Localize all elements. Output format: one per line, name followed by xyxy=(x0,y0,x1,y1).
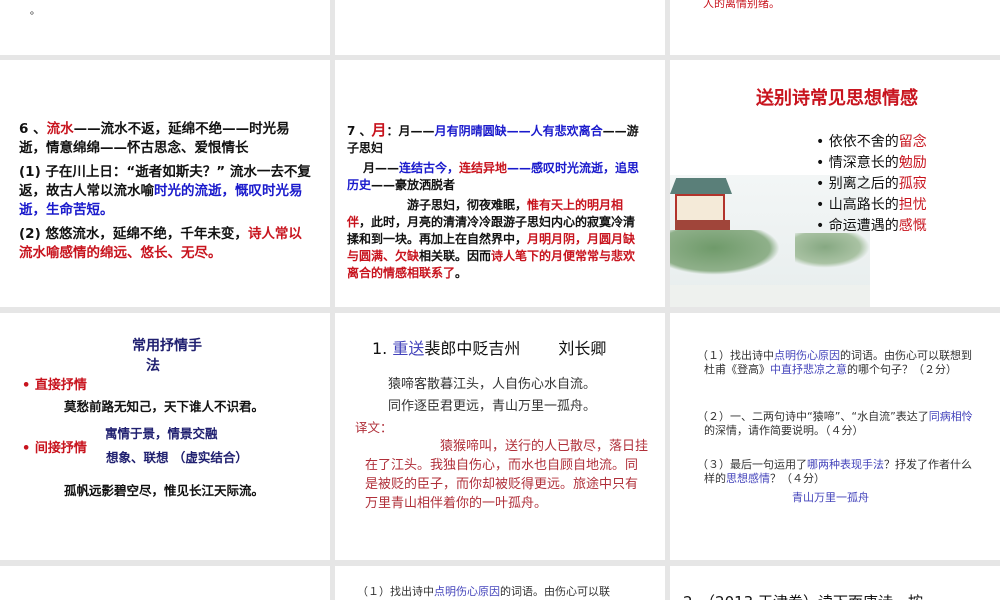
label: 间接抒情 xyxy=(34,441,87,456)
slide-6-body: 6 、流水——流水不返，延绵不绝——时光易逝，情意绵绵——怀古思念、爱恨情长 (… xyxy=(19,120,314,263)
label: 直接抒情 xyxy=(34,378,87,393)
text: 游子思妇，彻夜难眠， xyxy=(407,198,528,212)
text: (2) 悠悠流水，延绵不绝，千年未变， xyxy=(19,226,248,242)
list-item: • 命运遭遇的感慨 xyxy=(816,218,927,234)
text: ？（４分） xyxy=(770,472,825,485)
title-line-1: 常用抒情手 xyxy=(132,338,202,354)
text: 的深情，请作简要说明。（４分） xyxy=(704,424,864,437)
title: 裴郎中贬吉州 xyxy=(424,339,521,358)
verse-2: 同作逐臣君更远，青山万里一孤舟。 xyxy=(388,399,597,414)
question-heading-partial: 2．（2013·天津卷）读下面唐诗，按 xyxy=(683,591,923,600)
question-2: （２）一、二两句诗中“猿啼”、“水自流”表达了同病相怜的深情，请作简要说明。（４… xyxy=(697,410,979,438)
slide-partial-top-middle[interactable] xyxy=(335,0,665,55)
railing xyxy=(675,220,730,230)
highlight: 孤寂 xyxy=(898,176,927,192)
highlight: 留念 xyxy=(898,134,927,150)
line-3: 游子思妇，彻夜难眠，惟有天上的明月相伴，此时，月亮的清清冷冷跟游子思妇内心的寂寞… xyxy=(347,197,647,282)
tree xyxy=(670,230,780,275)
slide-partial-top-left[interactable]: 。 xyxy=(0,0,330,55)
num: 7 、 xyxy=(347,124,372,138)
highlight: 中直抒悲凉之意 xyxy=(770,363,847,376)
slide-7-body: 7 、月：月——月有阴晴圆缺——人有悲欢离合——游子思妇 月——连结古今，连结异… xyxy=(347,122,647,282)
slide-partial-bottom-left[interactable] xyxy=(0,566,330,600)
text: 情深意长的 xyxy=(828,155,899,171)
text: 命运遭遇的 xyxy=(828,218,899,234)
list-item: • 情深意长的勉励 xyxy=(816,155,927,171)
indirect-example: 孤帆远影碧空尽，惟见长江天际流。 xyxy=(64,483,265,498)
text: 山高路长的 xyxy=(828,197,899,213)
indirect-lyric: • 间接抒情 xyxy=(22,441,87,456)
para-2: (2) 悠悠流水，延绵不绝，千年未变，诗人常以流水喻感情的绵远、悠长、无尽。 xyxy=(19,225,314,263)
tree xyxy=(795,233,870,268)
slide-questions[interactable]: （１）找出诗中点明伤心原因的词语。由伤心可以联想到杜甫《登高》中直抒悲凉之意的哪… xyxy=(670,313,1000,560)
direct-lyric: • 直接抒情 xyxy=(22,378,87,393)
water xyxy=(670,285,870,307)
answer-hint: 青山万里一孤舟 xyxy=(792,491,869,504)
translation-label: 译文： xyxy=(355,420,393,435)
highlight: 感慨 xyxy=(898,218,927,234)
text: 的哪个句子？（２分） xyxy=(847,363,957,376)
indirect-method-b: 想象、联想 （虚实结合） xyxy=(106,450,248,465)
slide-farewell-emotions[interactable]: 送别诗常见思想情感 • 依依不舍的留念 • 情深意长的勉励 • 别离之后的孤寂 … xyxy=(670,60,1000,307)
text: （１）找出诗中 xyxy=(357,585,434,598)
line-1: 7 、月：月——月有阴晴圆缺——人有悲欢离合——游子思妇 xyxy=(347,122,647,157)
slide-7-moon[interactable]: 7 、月：月——月有阴晴圆缺——人有悲欢离合——游子思妇 月——连结古今，连结异… xyxy=(335,60,665,307)
title-line-2: 法 xyxy=(146,358,160,374)
text: （２）一、二两句诗中“猿啼”、“水自流”表达了 xyxy=(697,410,929,423)
highlight: 连结异地 xyxy=(459,161,508,175)
line-2: 月——连结古今，连结异地——感叹时光流逝，追思历史——豪放洒脱者 xyxy=(347,160,647,194)
author: 刘长卿 xyxy=(558,339,607,358)
text: 依依不舍的 xyxy=(828,134,899,150)
emotion-list: • 依依不舍的留念 • 情深意长的勉励 • 别离之后的孤寂 • 山高路长的担忧 … xyxy=(816,132,927,237)
question-1-partial: （１）找出诗中点明伤心原因的词语。由伤心可以联 xyxy=(357,585,610,598)
highlight: 担忧 xyxy=(898,197,927,213)
text: 。 xyxy=(455,266,468,280)
question-1: （１）找出诗中点明伤心原因的词语。由伤心可以联想到杜甫《登高》中直抒悲凉之意的哪… xyxy=(697,349,979,377)
highlight: 点明伤心原因 xyxy=(774,349,840,362)
text: 相关联。因而 xyxy=(419,249,492,263)
text: 人的离情别绪。 xyxy=(703,0,780,10)
slide-partial-bottom-middle[interactable]: （１）找出诗中点明伤心原因的词语。由伤心可以联 xyxy=(335,566,665,600)
text: 的词语。由伤心可以联 xyxy=(500,585,610,598)
highlight: 连结古今， xyxy=(399,161,460,175)
question-3: （３）最后一句运用了哪两种表现手法？抒发了作者什么样的思想感情？（４分） xyxy=(697,458,979,486)
highlight: 点明伤心原因 xyxy=(434,585,500,598)
heading-line: 6 、流水——流水不返，延绵不绝——时光易逝，情意绵绵——怀古思念、爱恨情长 xyxy=(19,120,314,158)
text: ——豪放洒脱者 xyxy=(371,178,456,192)
pavilion-roof xyxy=(670,178,732,194)
list-item: • 山高路长的担忧 xyxy=(816,197,927,213)
slide-partial-top-right[interactable]: 人的离情别绪。 xyxy=(670,0,1000,55)
slide-6-flowing-water[interactable]: 6 、流水——流水不返，延绵不绝——时光易逝，情意绵绵——怀古思念、爱恨情长 (… xyxy=(0,60,330,307)
indirect-method-a: 寓情于景，情景交融 xyxy=(105,426,218,441)
highlight: 重送 xyxy=(392,339,425,358)
text: 。 xyxy=(30,6,40,17)
num: 6 、 xyxy=(19,121,47,137)
slide-partial-bottom-right[interactable]: 2．（2013·天津卷）读下面唐诗，按 xyxy=(670,566,1000,600)
highlight: 勉励 xyxy=(898,155,927,171)
poem-title: 1. 重送裴郎中贬吉州 刘长卿 xyxy=(372,335,606,359)
translation-text: 猿猴啼叫，送行的人已散尽，落日挂在了江头。我独自伤心，而水也自顾自地流。同是被贬… xyxy=(365,439,649,511)
verse-1: 猿啼客散暮江头，人自伤心水自流。 xyxy=(388,377,597,392)
text: 月—— xyxy=(363,161,400,175)
highlight: 同病相怜 xyxy=(928,410,973,423)
keyword: 流水 xyxy=(46,121,74,137)
slide-poem[interactable]: 1. 重送裴郎中贬吉州 刘长卿 猿啼客散暮江头，人自伤心水自流。 同作逐臣君更远，… xyxy=(335,313,665,560)
text: （３）最后一句运用了 xyxy=(697,458,807,471)
direct-example: 莫愁前路无知己，天下谁人不识君。 xyxy=(64,399,265,414)
slide-title: 送别诗常见思想情感 xyxy=(756,88,918,109)
text: ：月—— xyxy=(386,124,435,138)
list-item: • 依依不舍的留念 xyxy=(816,134,927,150)
num: 1. xyxy=(372,339,393,358)
highlight: 思想感情 xyxy=(726,472,770,485)
text: （１）找出诗中 xyxy=(697,349,774,362)
highlight: 月有阴晴圆缺——人有悲欢离合 xyxy=(434,124,603,138)
para-1: (1) 子在川上日：“逝者如斯夫？” 流水一去不复返，故古人常以流水喻时光的流逝… xyxy=(19,163,314,220)
keyword: 月 xyxy=(371,121,387,139)
slide-lyric-methods[interactable]: 常用抒情手 法 • 直接抒情 莫愁前路无知己，天下谁人不识君。 寓情于景，情景交… xyxy=(0,313,330,560)
text: 别离之后的 xyxy=(828,176,899,192)
highlight: 哪两种表现手法 xyxy=(807,458,884,471)
list-item: • 别离之后的孤寂 xyxy=(816,176,927,192)
